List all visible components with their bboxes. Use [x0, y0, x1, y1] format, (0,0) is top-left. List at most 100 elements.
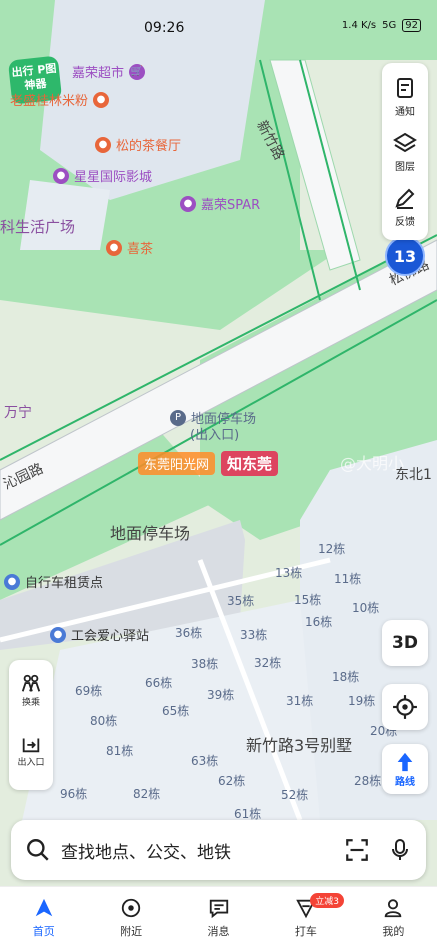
route-arrow-icon [397, 752, 413, 771]
poi-5[interactable]: ● 喜茶 [106, 238, 153, 257]
tab-messages[interactable]: 消息 [175, 887, 262, 949]
locate-icon [393, 695, 417, 719]
tab-taxi[interactable]: 打车 立减3 [262, 887, 349, 949]
poi-label: 自行车租赁点 [25, 576, 104, 591]
building-label: 16栋 [305, 615, 333, 629]
food-icon: ● [95, 136, 111, 153]
watermark: 东莞阳光网 知东莞 [138, 451, 279, 476]
transfer-label: 换乘 [21, 697, 40, 708]
promo-badge: 立减3 [310, 893, 344, 908]
notice-icon [397, 77, 413, 98]
building-label: 18栋 [332, 670, 360, 684]
poi-label: 星星国际影城 [74, 170, 153, 185]
building-label: 11栋 [334, 572, 362, 586]
building-label: 31栋 [286, 694, 314, 708]
scan-icon[interactable] [344, 837, 370, 863]
building-label: 19栋 [348, 694, 376, 708]
microphone-icon[interactable] [388, 837, 412, 863]
feedback-button[interactable]: 反馈 [382, 179, 428, 234]
transfer-button[interactable]: 换乘 [20, 660, 42, 720]
building-label: 33栋 [240, 628, 268, 642]
watermark-site2: 知东莞 [221, 451, 279, 476]
film-icon: ● [53, 167, 69, 184]
building-label: 12栋 [318, 542, 346, 556]
right-toolbar: 通知 图层 反馈 [382, 63, 428, 240]
layers-label: 图层 [395, 161, 415, 173]
building-label: 28栋 [354, 774, 382, 788]
entrance-button[interactable]: 出入口 [17, 720, 45, 780]
food-icon: ● [93, 91, 110, 108]
bottom-tab-bar: 首页 附近 消息 打车 立减3 我的 [0, 886, 437, 949]
building-label: 35栋 [227, 594, 255, 608]
3d-button[interactable]: 3D [382, 620, 428, 666]
notify-button[interactable]: 通知 [382, 69, 428, 124]
shopping-cart-icon: 🛒 [129, 63, 146, 80]
tab-nearby[interactable]: 附近 [87, 887, 174, 949]
people-icon [21, 674, 41, 692]
poi-label: 嘉荣SPAR [201, 198, 261, 213]
food-icon: ● [106, 239, 122, 256]
poi-label: 老盛桂林米粉 [10, 94, 89, 109]
route-label: 路线 [395, 776, 415, 788]
building-label: 32栋 [254, 656, 282, 670]
watermark-site1: 东莞阳光网 [138, 452, 216, 475]
battery-icon: 92 [402, 19, 421, 32]
poi-label: 嘉荣超市 [72, 66, 125, 81]
area-label: 新竹路3号别墅 [246, 736, 353, 755]
building-label: 65栋 [162, 704, 190, 718]
building-label: 66栋 [145, 676, 173, 690]
tab-label: 附近 [120, 925, 143, 938]
poi-label: 松的茶餐厅 [116, 139, 182, 154]
building-label: 63栋 [191, 754, 219, 768]
layers-button[interactable]: 图层 [382, 124, 428, 179]
building-label: 10栋 [352, 601, 380, 615]
left-toolbar: 换乘 出入口 [9, 660, 53, 790]
building-label: 15栋 [294, 593, 322, 607]
poi-4[interactable]: ● 嘉荣SPAR [180, 194, 260, 213]
building-label: 81栋 [106, 744, 134, 758]
signal-label: 5G [382, 20, 397, 31]
tab-label: 打车 [294, 925, 317, 938]
route-shield-icon: 13 [385, 236, 425, 276]
tab-home[interactable]: 首页 [0, 887, 87, 949]
net-speed: 1.4 K/s [341, 20, 377, 31]
building-label: 39栋 [207, 688, 235, 702]
poi-label: 工会爱心驿站 [71, 629, 150, 644]
building-label: 96栋 [60, 787, 88, 801]
pin-icon: ● [50, 626, 66, 643]
parking-icon: P [170, 409, 186, 426]
building-label: 69栋 [75, 684, 103, 698]
building-label: 62栋 [218, 774, 246, 788]
building-label: 52栋 [281, 788, 309, 802]
feedback-label: 反馈 [395, 216, 415, 228]
area-label: 地面停车场 [110, 524, 191, 543]
watermark-author: @大明小 [340, 454, 405, 473]
entrance-icon [22, 738, 40, 752]
building-label: 13栋 [275, 566, 303, 580]
tab-label: 消息 [207, 925, 230, 938]
user-icon [385, 899, 402, 918]
status-time: 09:26 [144, 20, 185, 36]
poi-8[interactable]: ● 自行车租赁点 [4, 572, 103, 591]
route-button[interactable]: 路线 [382, 744, 428, 794]
poi-9[interactable]: ● 工会爱心驿站 [50, 625, 149, 644]
building-label: 82栋 [133, 787, 161, 801]
shopping-cart-icon: ● [180, 195, 196, 212]
poi-1[interactable]: 老盛桂林米粉 ● [10, 90, 110, 109]
poi-label: 喜茶 [127, 242, 154, 257]
poi-label: (出入口) [190, 428, 240, 443]
search-icon [27, 839, 49, 861]
locate-button[interactable] [382, 684, 428, 730]
poi-3[interactable]: ● 星星国际影城 [53, 166, 152, 185]
layers-icon [393, 132, 417, 152]
search-bar[interactable]: 查找地点、公交、地铁 [11, 820, 426, 880]
area-label: 科生活广场 [0, 218, 76, 236]
location-pin-icon [121, 898, 141, 918]
tab-profile[interactable]: 我的 [350, 887, 437, 949]
tab-label: 我的 [382, 925, 405, 938]
building-label: 38栋 [191, 657, 219, 671]
poi-2[interactable]: ● 松的茶餐厅 [95, 135, 181, 154]
poi-0[interactable]: 嘉荣超市 🛒 [72, 62, 146, 81]
search-input[interactable]: 查找地点、公交、地铁 [61, 838, 344, 863]
notify-label: 通知 [395, 106, 415, 118]
